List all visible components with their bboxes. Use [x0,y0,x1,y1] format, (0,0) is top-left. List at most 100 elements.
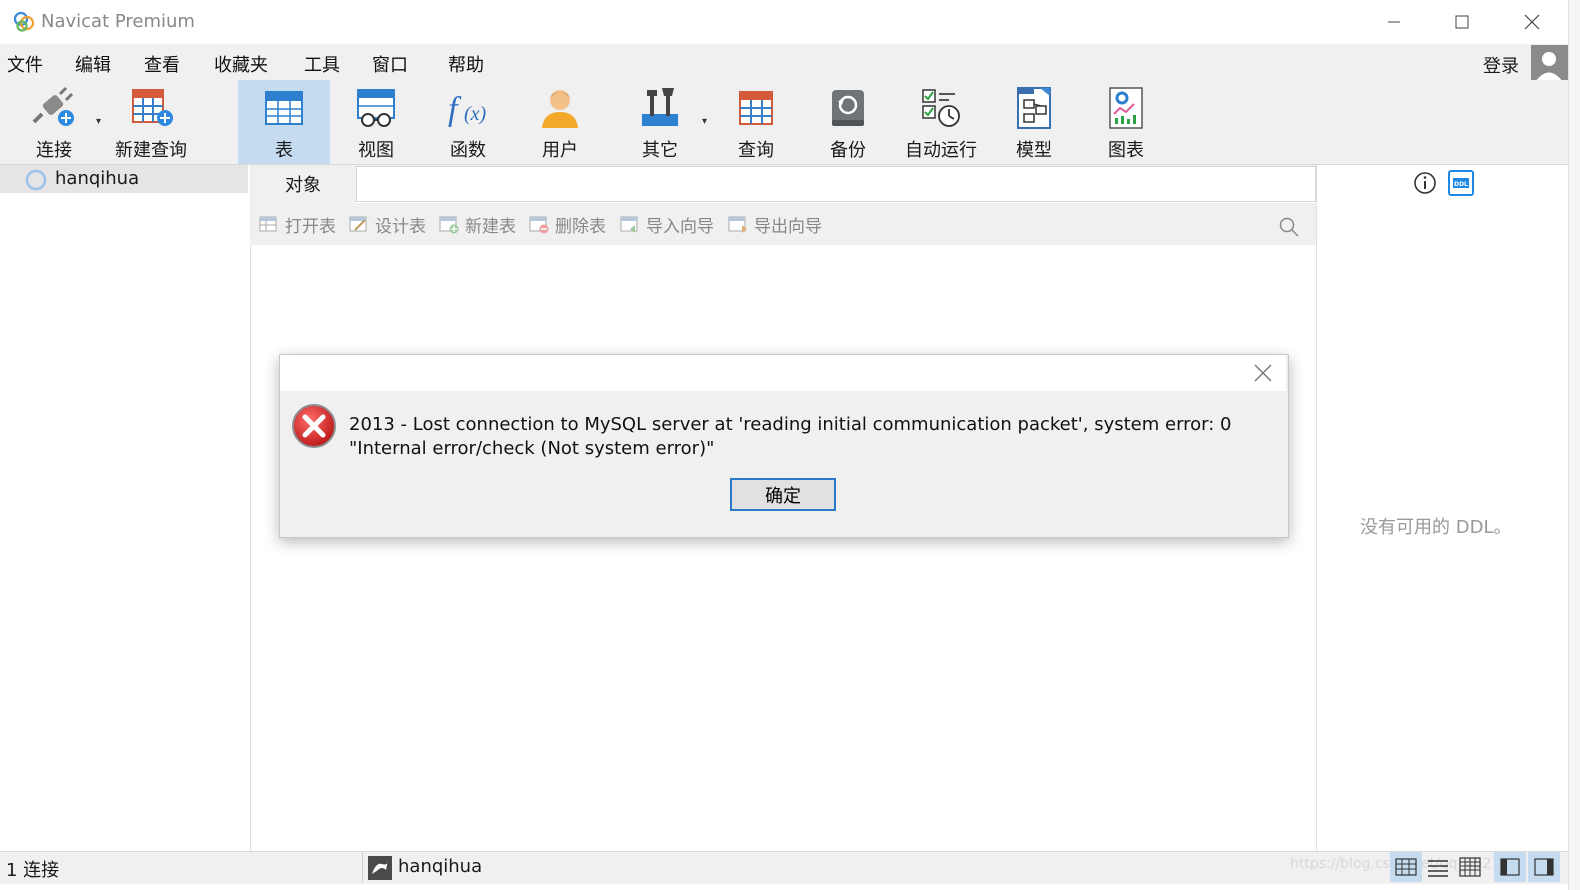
toolbar-table-label: 表 [275,140,293,161]
detail-view-button[interactable] [1454,852,1486,882]
toolbar-user-label: 用户 [542,140,578,161]
toolbar-query-label: 查询 [738,140,774,161]
other-dropdown-caret-icon[interactable]: ▾ [702,116,707,127]
delete-table-button[interactable]: 删除表 [529,212,606,237]
connection-status-icon [25,169,47,191]
toolbar-connect-label: 连接 [36,140,72,161]
empty-ddl-message: 没有可用的 DDL。 [1360,517,1512,538]
toolbar-view-label: 视图 [358,140,394,161]
view-icon [357,89,395,127]
connection-tree-panel [0,165,251,851]
toolbar-automation-label: 自动运行 [905,140,977,161]
open-table-label: 打开表 [285,216,336,237]
tab-objects[interactable]: 对象 [250,165,356,203]
toggle-left-panel-button[interactable] [1494,852,1526,882]
minimize-button[interactable] [1360,0,1428,44]
tools-icon [642,88,678,126]
connection-count: 1 连接 [6,860,60,881]
backup-icon [832,90,864,126]
toggle-right-panel-button[interactable] [1528,852,1560,882]
info-panel [1316,165,1569,851]
function-icon: f (x) [448,91,487,128]
new-table-label: 新建表 [465,216,516,237]
svg-text:f: f [448,91,462,128]
toolbar-chart-button[interactable]: 图表 [1086,80,1166,164]
toolbar-backup-label: 备份 [830,140,866,161]
menu-file[interactable]: 文件 [7,51,43,77]
window-edge-scrollbar [1568,0,1580,890]
toolbar-other-button[interactable]: 其它 [620,80,700,164]
menu-help[interactable]: 帮助 [448,51,484,77]
open-table-button[interactable]: 打开表 [259,212,336,237]
import-wizard-icon [620,216,638,233]
new-table-icon [439,216,459,234]
connection-name: hanqihua [55,168,140,189]
svg-text:(x): (x) [464,103,487,125]
new-table-button[interactable]: 新建表 [439,212,516,237]
object-list-area [254,245,1314,850]
toolbar-table-button[interactable]: 表 [238,80,330,164]
export-wizard-label: 导出向导 [754,216,822,237]
dialog-header [280,355,1286,391]
toolbar-new-query-button[interactable]: 新建查询 [108,80,194,164]
menu-window[interactable]: 窗口 [372,51,408,77]
delete-table-label: 删除表 [555,216,606,237]
info-icon[interactable] [1413,171,1437,195]
menu-edit[interactable]: 编辑 [75,51,111,77]
table-icon [265,91,303,125]
toolbar-connect-button[interactable]: 连接 [14,80,94,164]
login-link[interactable]: 登录 [1483,52,1519,78]
toolbar-function-button[interactable]: f (x) 函数 [428,80,508,164]
list-view-button[interactable] [1422,852,1454,882]
toolbar-new-query-label: 新建查询 [115,140,187,161]
error-icon [292,404,336,448]
close-icon [1524,14,1540,30]
dialog-close-button[interactable] [1252,362,1274,384]
export-wizard-icon [728,216,747,233]
import-wizard-button[interactable]: 导入向导 [620,212,714,237]
avatar[interactable] [1531,45,1568,82]
user-avatar-icon [1535,52,1563,82]
connect-dropdown-caret-icon[interactable]: ▾ [96,116,101,127]
ddl-icon[interactable]: DDL [1448,170,1474,196]
navicat-logo-icon [13,11,35,32]
toolbar-function-label: 函数 [450,140,486,161]
design-table-button[interactable]: 设计表 [349,212,426,237]
toolbar-model-button[interactable]: 模型 [994,80,1074,164]
export-wizard-button[interactable]: 导出向导 [728,212,822,237]
toolbar-query-button[interactable]: 查询 [716,80,796,164]
window-title: Navicat Premium [41,11,195,32]
grid-view-button[interactable] [1390,852,1422,882]
detail-view-icon [1459,857,1481,877]
current-connection: hanqihua [398,856,483,877]
maximize-button[interactable] [1428,0,1496,44]
toolbar-view-button[interactable]: 视图 [336,80,416,164]
toolbar-backup-button[interactable]: 备份 [808,80,888,164]
design-table-icon [349,216,367,232]
close-window-button[interactable] [1498,0,1566,44]
open-table-icon [259,216,277,232]
minimize-icon [1388,21,1400,23]
list-view-icon [1428,860,1448,877]
svg-text:DDL: DDL [1454,181,1468,188]
toolbar-user-button[interactable]: 用户 [520,80,600,164]
right-panel-icon [1534,858,1554,876]
maximize-icon [1455,15,1469,29]
title-bar [0,0,1580,45]
design-table-label: 设计表 [375,216,426,237]
menu-tools[interactable]: 工具 [304,51,340,77]
query-icon [739,91,773,125]
menu-favorites[interactable]: 收藏夹 [214,51,268,77]
search-icon[interactable] [1278,216,1300,238]
toolbar-other-label: 其它 [642,140,678,161]
menu-view[interactable]: 查看 [144,51,180,77]
toolbar-automation-button[interactable]: 自动运行 [900,80,982,164]
mysql-connection-icon [368,856,392,880]
error-message: 2013 - Lost connection to MySQL server a… [349,414,1232,459]
new-query-icon [132,89,173,126]
plug-connect-icon [32,86,74,126]
ok-button[interactable]: 确定 [730,478,836,511]
toolbar-chart-label: 图表 [1108,140,1144,161]
automation-icon [922,89,960,127]
model-icon [1017,87,1051,129]
